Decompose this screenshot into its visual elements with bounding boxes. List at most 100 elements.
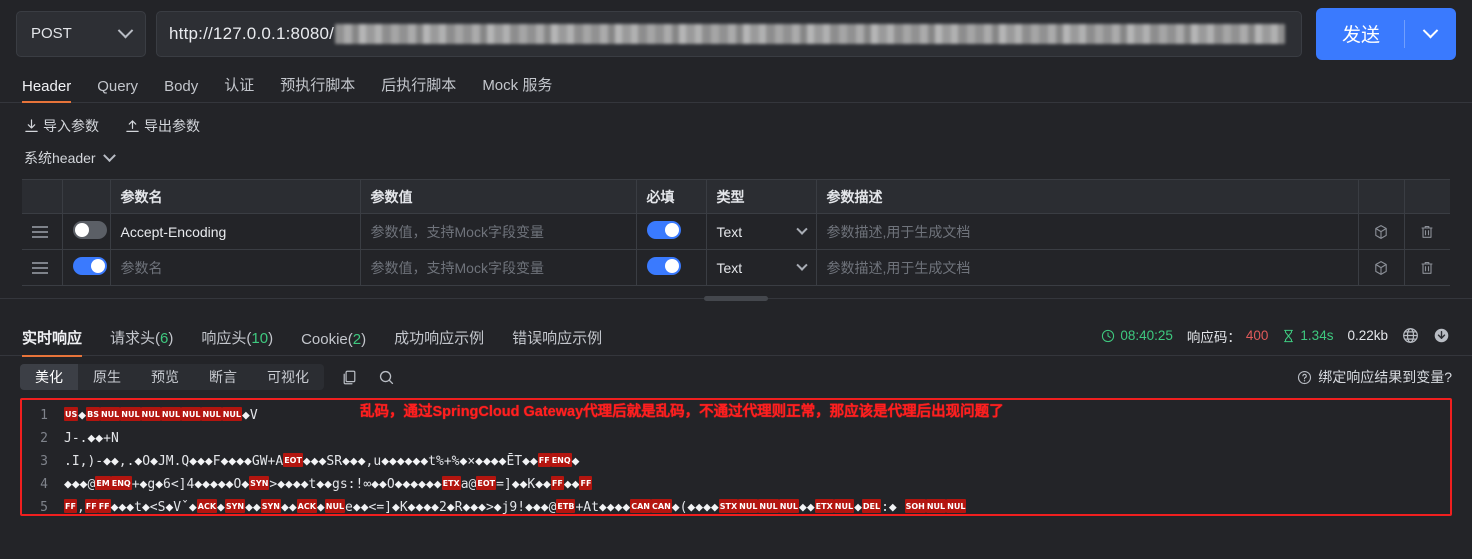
trash-icon[interactable] — [1415, 224, 1441, 240]
row-enable-cell[interactable] — [62, 213, 111, 250]
row-name-cell[interactable]: Accept-Encoding — [110, 213, 361, 250]
export-params-button[interactable]: 导出参数 — [125, 116, 200, 136]
replacement-char: ◆ — [493, 500, 502, 514]
body-text: GW+A — [251, 454, 284, 469]
replacement-char: ◆◆ — [316, 477, 333, 492]
export-icon — [126, 119, 139, 132]
cube-icon[interactable] — [1369, 260, 1394, 276]
row-name-cell[interactable]: 参数名 — [110, 249, 361, 286]
replacement-char: ◆◆◆ — [525, 500, 549, 514]
row-type-cell[interactable]: Text — [706, 249, 817, 286]
row-required-toggle[interactable] — [646, 221, 681, 239]
seg-visualize[interactable]: 可视化 — [252, 364, 324, 390]
bind-response-to-variable-button[interactable]: 绑定响应结果到变量? — [1297, 367, 1452, 387]
body-text: .I,)- — [64, 454, 104, 469]
seg-assert[interactable]: 断言 — [194, 364, 252, 390]
control-char-badge: NUL — [946, 499, 967, 513]
replacement-char: ◆◆◆ — [110, 500, 135, 514]
tab-body[interactable]: Body — [164, 78, 198, 102]
send-button[interactable]: 发送 — [1315, 7, 1456, 60]
line-number: 2 — [40, 431, 48, 446]
response-tab-response-headers[interactable]: 响应头(10) — [201, 327, 273, 356]
replacement-char: ◆◆ — [371, 477, 387, 492]
tab-mock-service[interactable]: Mock 服务 — [482, 74, 552, 102]
response-tab-success-example[interactable]: 成功响应示例 — [394, 327, 484, 356]
row-mock-cell[interactable] — [1358, 249, 1405, 286]
row-enable-cell[interactable] — [62, 249, 111, 286]
copy-icon[interactable] — [338, 369, 361, 386]
row-required-toggle[interactable] — [646, 257, 681, 275]
response-tab-request-headers[interactable]: 请求头(6) — [110, 327, 173, 356]
panel-resize-handle[interactable] — [704, 296, 768, 301]
body-text — [897, 500, 905, 514]
row-required-cell[interactable] — [636, 213, 707, 250]
line-number: 4 — [40, 477, 48, 492]
row-type-cell[interactable]: Text — [706, 213, 817, 250]
control-char-badge: ENQ — [550, 453, 572, 467]
row-value-cell[interactable]: 参数值，支持Mock字段变量 — [360, 249, 637, 286]
control-char-badge: ENQ — [110, 476, 132, 490]
download-icon — [1434, 328, 1449, 343]
tab-post-script[interactable]: 后执行脚本 — [381, 74, 456, 102]
seg-beautify[interactable]: 美化 — [20, 364, 78, 390]
row-drag-cell[interactable] — [22, 213, 63, 250]
response-body-line: .I,)-◆◆,.◆O◆JM.Q◆◆◆F◆◆◆◆GW+AEOT◆◆◆SR◆◆◆,… — [64, 450, 1450, 473]
control-char-badge: US — [64, 407, 79, 421]
search-icon[interactable] — [375, 369, 398, 386]
row-desc-cell[interactable]: 参数描述,用于生成文档 — [816, 213, 1359, 250]
network-button[interactable] — [1402, 327, 1419, 344]
tab-header[interactable]: Header — [22, 78, 72, 103]
param-value-placeholder: 参数值，支持Mock字段变量 — [370, 223, 544, 240]
tab-query[interactable]: Query — [97, 78, 138, 102]
replacement-char: ◆ — [316, 500, 325, 514]
row-delete-cell[interactable] — [1404, 249, 1450, 286]
row-value-cell[interactable]: 参数值，支持Mock字段变量 — [360, 213, 637, 250]
row-required-cell[interactable] — [636, 249, 707, 286]
drag-handle-icon[interactable] — [32, 225, 48, 238]
body-text: gs:!∞ — [332, 477, 372, 492]
url-redacted-region — [335, 23, 1285, 44]
response-body-line: ◆◆◆@EM ENQ+◆g◆6<]4◆◆◆◆◆O◆SYN>◆◆◆◆t◆◆gs:!∞… — [64, 473, 1450, 496]
drag-handle-icon[interactable] — [32, 261, 48, 274]
control-char-badge: NUL — [140, 407, 161, 421]
chevron-down-icon[interactable] — [102, 148, 116, 162]
seg-preview[interactable]: 预览 — [136, 364, 194, 390]
cube-icon[interactable] — [1369, 224, 1394, 240]
tab-auth[interactable]: 认证 — [224, 74, 254, 102]
row-enable-toggle[interactable] — [72, 221, 107, 239]
control-char-badge: SYN — [249, 476, 270, 490]
body-text: a@ — [460, 477, 477, 492]
response-tab-cookie[interactable]: Cookie(2) — [301, 331, 366, 356]
row-drag-cell[interactable] — [22, 249, 63, 286]
http-method-select[interactable]: POST — [16, 10, 146, 57]
trash-icon[interactable] — [1415, 260, 1441, 276]
system-header-section[interactable]: 系统header — [0, 137, 1472, 169]
row-desc-cell[interactable]: 参数描述,用于生成文档 — [816, 249, 1359, 286]
row-mock-cell[interactable] — [1358, 213, 1405, 250]
row-enable-toggle[interactable] — [72, 257, 107, 275]
replacement-char: ◆◆ — [563, 477, 580, 492]
seg-raw[interactable]: 原生 — [78, 364, 136, 390]
seg-label: 美化 — [35, 369, 63, 385]
replacement-char: ◆◆ — [281, 500, 297, 514]
import-params-button[interactable]: 导入参数 — [24, 116, 99, 136]
chevron-down-icon — [117, 22, 134, 39]
replacement-char: ◆◆◆◆ — [687, 500, 719, 514]
col-name-header: 参数名 — [110, 179, 361, 214]
response-tab-error-example[interactable]: 错误响应示例 — [512, 327, 602, 356]
send-options-button[interactable] — [1405, 22, 1456, 39]
param-name-value: Accept-Encoding — [120, 223, 227, 240]
url-input[interactable]: http://127.0.0.1:8080/ — [156, 10, 1302, 57]
response-tab-live[interactable]: 实时响应 — [22, 327, 83, 357]
body-text: +N — [103, 431, 119, 446]
response-tab-label: 实时响应 — [22, 329, 83, 347]
response-tab-label: Cookie — [301, 330, 348, 348]
tab-pre-script[interactable]: 预执行脚本 — [280, 74, 355, 102]
body-text: @ — [548, 500, 557, 514]
export-params-label: 导出参数 — [144, 118, 200, 134]
response-time-value: 08:40:25 — [1120, 328, 1173, 343]
row-delete-cell[interactable] — [1404, 213, 1450, 250]
replacement-char: ◆ — [155, 477, 164, 492]
download-response-button[interactable] — [1433, 327, 1450, 344]
replacement-char: ◆◆◆◆◆◆ — [394, 477, 442, 492]
